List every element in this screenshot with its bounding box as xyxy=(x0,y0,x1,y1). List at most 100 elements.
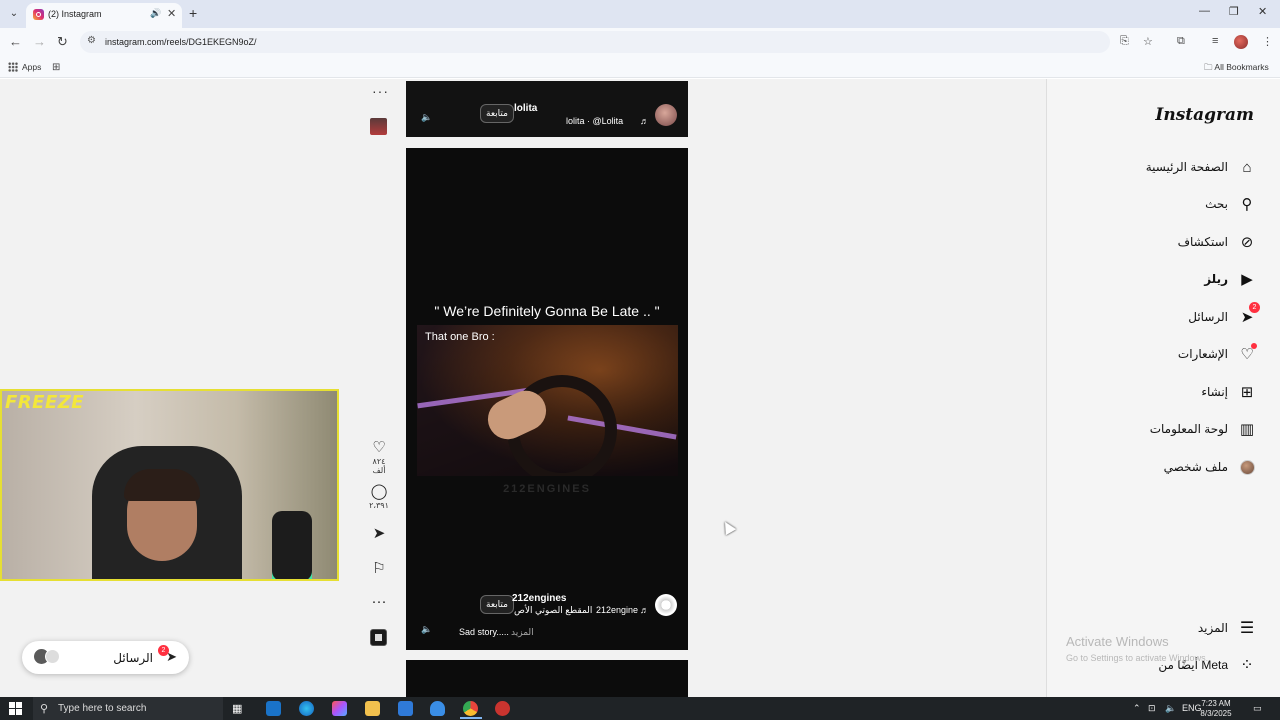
activate-windows-watermark: Activate Windows Go to Settings to activ… xyxy=(1066,634,1208,663)
compass-icon: ⊘ xyxy=(1238,233,1256,251)
home-icon: ⌂ xyxy=(1238,158,1256,176)
all-bookmarks[interactable]: 🗀 All Bookmarks xyxy=(1204,62,1269,76)
send-icon[interactable]: ➤ xyxy=(366,524,392,542)
extensions-icon[interactable]: ⧉ xyxy=(1177,35,1185,48)
window-close-icon[interactable]: ✕ xyxy=(1258,5,1267,18)
omnibox[interactable]: ⚙ instagram.com/reels/DG1EKEGN9oZ/ xyxy=(80,31,1110,53)
watermark-subtitle: Go to Settings to activate Windows. xyxy=(1066,653,1209,663)
browser-tab[interactable]: (2) Instagram 🔊 ✕ xyxy=(26,3,182,28)
menu-icon[interactable]: ⋮ xyxy=(1262,35,1273,48)
notifications-icon[interactable]: ▭ xyxy=(1253,703,1262,714)
volume-tray-icon[interactable]: 🔈 xyxy=(1165,703,1176,714)
more-link[interactable]: المزيد xyxy=(511,627,534,638)
chrome-icon[interactable] xyxy=(463,701,478,716)
reel-avatar[interactable] xyxy=(655,594,677,616)
apps-grid-icon[interactable] xyxy=(8,62,18,72)
comment-icon[interactable]: ◯ xyxy=(366,482,392,500)
url-text[interactable]: instagram.com/reels/DG1EKEGN9oZ/ xyxy=(105,37,257,47)
reel-username[interactable]: 212engines xyxy=(512,593,566,604)
site-info-icon[interactable]: ⚙ xyxy=(87,35,96,46)
tab-list-icon[interactable]: ⌄ xyxy=(6,6,22,22)
restore-icon[interactable]: ❐ xyxy=(1229,5,1239,18)
reel-current[interactable]: " We’re Definitely Gonna Be Late .. " Th… xyxy=(406,148,688,650)
dashboard-icon: ▥ xyxy=(1238,420,1256,438)
follow-button[interactable]: متابعة xyxy=(480,104,514,123)
task-view-icon[interactable]: ▦ xyxy=(232,702,247,717)
sidebar-item-label: استكشاف xyxy=(1177,235,1228,249)
messages-pill[interactable]: ➤ 2 الرسائل xyxy=(22,641,189,674)
reel-previous[interactable]: 🔈 متابعة lolita lolita · @Lolita ♬ xyxy=(406,81,688,137)
sidebar-item-4[interactable]: الرسائل ➤ 2 xyxy=(1188,302,1260,328)
new-tab-icon[interactable]: + xyxy=(189,5,197,21)
audio-thumbnail[interactable] xyxy=(370,118,387,135)
sidebar-item-8[interactable]: ملف شخصي xyxy=(1164,456,1256,478)
active-app-indicator xyxy=(460,717,482,719)
close-icon[interactable]: ✕ xyxy=(167,7,176,20)
sidebar-item-label: المزيد xyxy=(1197,621,1228,635)
messages-badge: 2 xyxy=(158,645,169,656)
webcam-overlay: FREEZE xyxy=(0,389,339,581)
more-action[interactable]: ··· xyxy=(366,593,392,610)
browser-profile-avatar[interactable] xyxy=(1234,35,1248,49)
plus-icon-glyph: ⊞ xyxy=(1240,384,1254,401)
forward-icon[interactable]: → xyxy=(33,34,46,49)
reel-audio-owner[interactable]: 212engine xyxy=(596,605,638,615)
sidebar-item-1[interactable]: بحث ⚲ xyxy=(1205,193,1256,215)
save-action[interactable]: ⚐ xyxy=(366,559,392,577)
reels-icon: ▶ xyxy=(1238,270,1256,288)
heart-icon[interactable]: ♡ xyxy=(366,438,392,456)
recorder-icon[interactable] xyxy=(495,701,510,716)
apps-bookmark[interactable]: Apps xyxy=(22,62,41,72)
comment-action[interactable]: ◯ ٢،٣٩١ xyxy=(366,482,392,510)
reel-audio-text[interactable]: lolita · @Lolita xyxy=(566,116,623,126)
follow-button[interactable]: متابعة xyxy=(480,595,514,614)
reel-audio-text[interactable]: المقطع الصوتي الأص xyxy=(514,605,592,616)
like-action[interactable]: ♡ ٨٢٤ ألف xyxy=(366,438,392,475)
back-icon[interactable]: ← xyxy=(9,34,22,49)
reel-caption: " We’re Definitely Gonna Be Late .. " xyxy=(434,303,660,319)
sidebar-item-5[interactable]: الإشعارات ♡ xyxy=(1178,343,1257,365)
instagram-page: Instagram الصفحة الرئيسية ⌂ بحث ⚲ استكشاف ⊘ ري… xyxy=(0,79,1280,697)
avatar xyxy=(45,649,60,664)
bookmark-icon[interactable]: ⚐ xyxy=(366,559,392,577)
tab-search-icon[interactable]: ≡ xyxy=(1212,35,1218,47)
windows-start-icon[interactable] xyxy=(9,702,22,715)
taskbar-search[interactable]: ⚲ Type here to search xyxy=(33,697,223,720)
sidebar-item-0[interactable]: الصفحة الرئيسية ⌂ xyxy=(1146,156,1256,178)
network-icon[interactable]: ⊡ xyxy=(1148,703,1156,714)
profile-avatar xyxy=(1238,458,1256,476)
tray-overflow-icon[interactable]: ⌃ xyxy=(1133,703,1141,714)
edge-icon[interactable] xyxy=(299,701,314,716)
reel-video[interactable]: That one Bro : xyxy=(417,325,678,476)
video-text-label: That one Bro : xyxy=(425,331,495,343)
instagram-sidebar: Instagram الصفحة الرئيسية ⌂ بحث ⚲ استكشاف ⊘ ري… xyxy=(1046,79,1280,697)
minimize-icon[interactable]: — xyxy=(1199,5,1210,17)
outlook-icon[interactable] xyxy=(266,701,281,716)
instagram-logo[interactable]: Instagram xyxy=(1155,105,1254,125)
file-explorer-icon[interactable] xyxy=(365,701,380,716)
sidebar-item-6[interactable]: إنشاء ⊞ xyxy=(1201,381,1256,403)
sidebar-item-label: ملف شخصي xyxy=(1163,460,1228,474)
star-icon[interactable]: ☆ xyxy=(1143,35,1153,48)
audio-icon[interactable]: 🔊 xyxy=(150,8,161,19)
volume-icon[interactable]: 🔈 xyxy=(421,624,432,635)
tab-groups-icon[interactable]: ⊞ xyxy=(52,62,60,73)
install-icon[interactable]: ⎘ xyxy=(1120,35,1129,48)
sidebar-item-2[interactable]: استكشاف ⊘ xyxy=(1178,231,1256,253)
reel-username[interactable]: lolita xyxy=(514,103,537,114)
volume-icon[interactable]: 🔈 xyxy=(421,112,432,123)
more-options-icon[interactable]: ··· xyxy=(372,83,389,99)
reel-avatar[interactable] xyxy=(655,104,677,126)
reload-icon[interactable]: ↻ xyxy=(57,34,68,50)
reel-next[interactable] xyxy=(406,660,688,697)
defender-icon[interactable] xyxy=(430,701,445,716)
bookmarks-bar: Apps ⊞ 🗀 All Bookmarks xyxy=(0,56,1280,78)
more-options-icon[interactable]: ··· xyxy=(366,593,392,610)
sidebar-item-3[interactable]: ريلز ▶ xyxy=(1204,268,1256,290)
taskbar-clock[interactable]: 7:23 AM 8/3/2025 xyxy=(1196,699,1236,719)
sidebar-item-7[interactable]: لوحة المعلومات ▥ xyxy=(1150,418,1256,440)
share-action[interactable]: ➤ xyxy=(366,524,392,542)
store-icon[interactable] xyxy=(398,701,413,716)
audio-thumbnail[interactable] xyxy=(370,629,387,646)
copilot-icon[interactable] xyxy=(332,701,347,716)
